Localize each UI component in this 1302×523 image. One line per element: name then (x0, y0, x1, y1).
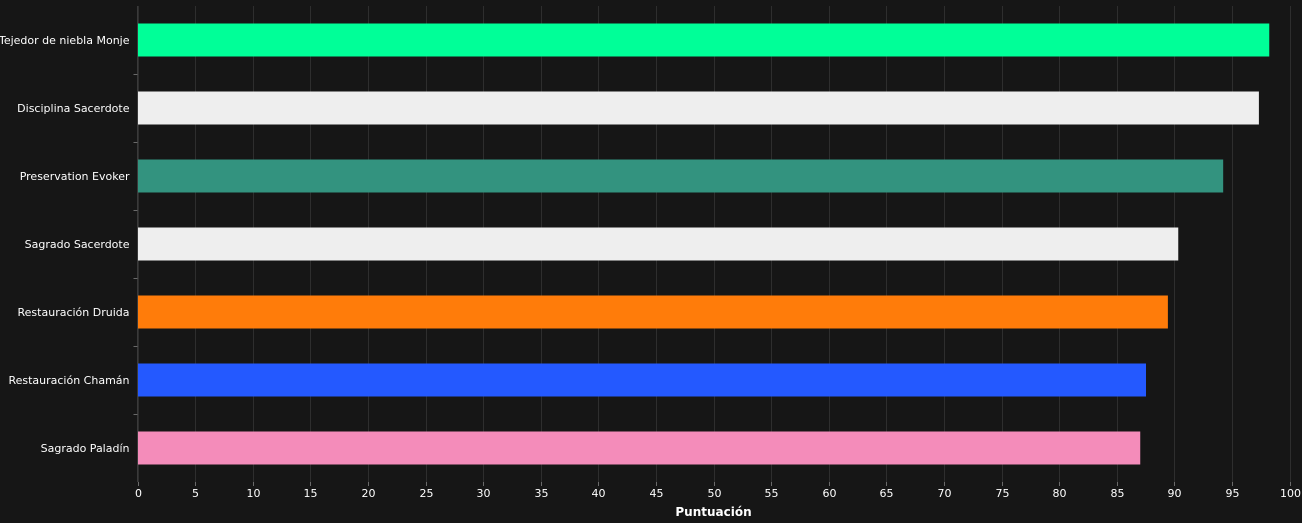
bar (138, 227, 1179, 261)
bars (138, 23, 1270, 465)
x-tick-label: 60 (823, 487, 837, 500)
x-tick-label: 30 (477, 487, 491, 500)
x-tick-label: 55 (765, 487, 779, 500)
bar (138, 23, 1270, 57)
x-tick-label: 5 (192, 487, 199, 500)
x-tick-label: 85 (1111, 487, 1125, 500)
x-tick-label: 95 (1226, 487, 1240, 500)
x-tick-label: 40 (592, 487, 606, 500)
y-axis: Tejedor de niebla Monje Disciplina Sacerd… (0, 6, 138, 482)
bar (138, 431, 1141, 465)
chart-container: Tejedor de niebla Monje Disciplina Sacerd… (0, 0, 1302, 523)
y-tick-label: Tejedor de niebla Monje (0, 34, 130, 47)
x-tick-label: 90 (1168, 487, 1182, 500)
x-tick-label: 65 (880, 487, 894, 500)
bar (138, 295, 1168, 329)
x-tick-label: 100 (1280, 487, 1301, 500)
y-tick-label: Restauración Druida (18, 306, 130, 319)
bar (138, 159, 1224, 193)
x-axis-title: Puntuación (675, 505, 751, 519)
bar (138, 91, 1259, 125)
y-tick-label: Disciplina Sacerdote (17, 102, 130, 115)
y-tick-label: Preservation Evoker (20, 170, 130, 183)
x-tick-label: 75 (996, 487, 1010, 500)
x-axis: 0 5 10 15 20 25 30 35 40 45 50 55 60 65 70 75 80 85 90 95 10… (135, 482, 1301, 500)
x-tick-label: 80 (1053, 487, 1067, 500)
x-tick-label: 35 (535, 487, 549, 500)
y-tick-label: Sagrado Paladín (41, 442, 130, 455)
x-tick-label: 45 (650, 487, 664, 500)
x-tick-label: 50 (708, 487, 722, 500)
y-tick-label: Restauración Chamán (8, 374, 129, 387)
x-tick-label: 25 (420, 487, 434, 500)
x-tick-label: 0 (135, 487, 142, 500)
horizontal-bar-chart: Tejedor de niebla Monje Disciplina Sacerd… (0, 6, 1301, 519)
y-tick-label: Sagrado Sacerdote (25, 238, 130, 251)
x-tick-label: 20 (362, 487, 376, 500)
x-tick-label: 15 (304, 487, 318, 500)
x-tick-label: 10 (247, 487, 261, 500)
x-tick-label: 70 (938, 487, 952, 500)
bar (138, 363, 1146, 397)
